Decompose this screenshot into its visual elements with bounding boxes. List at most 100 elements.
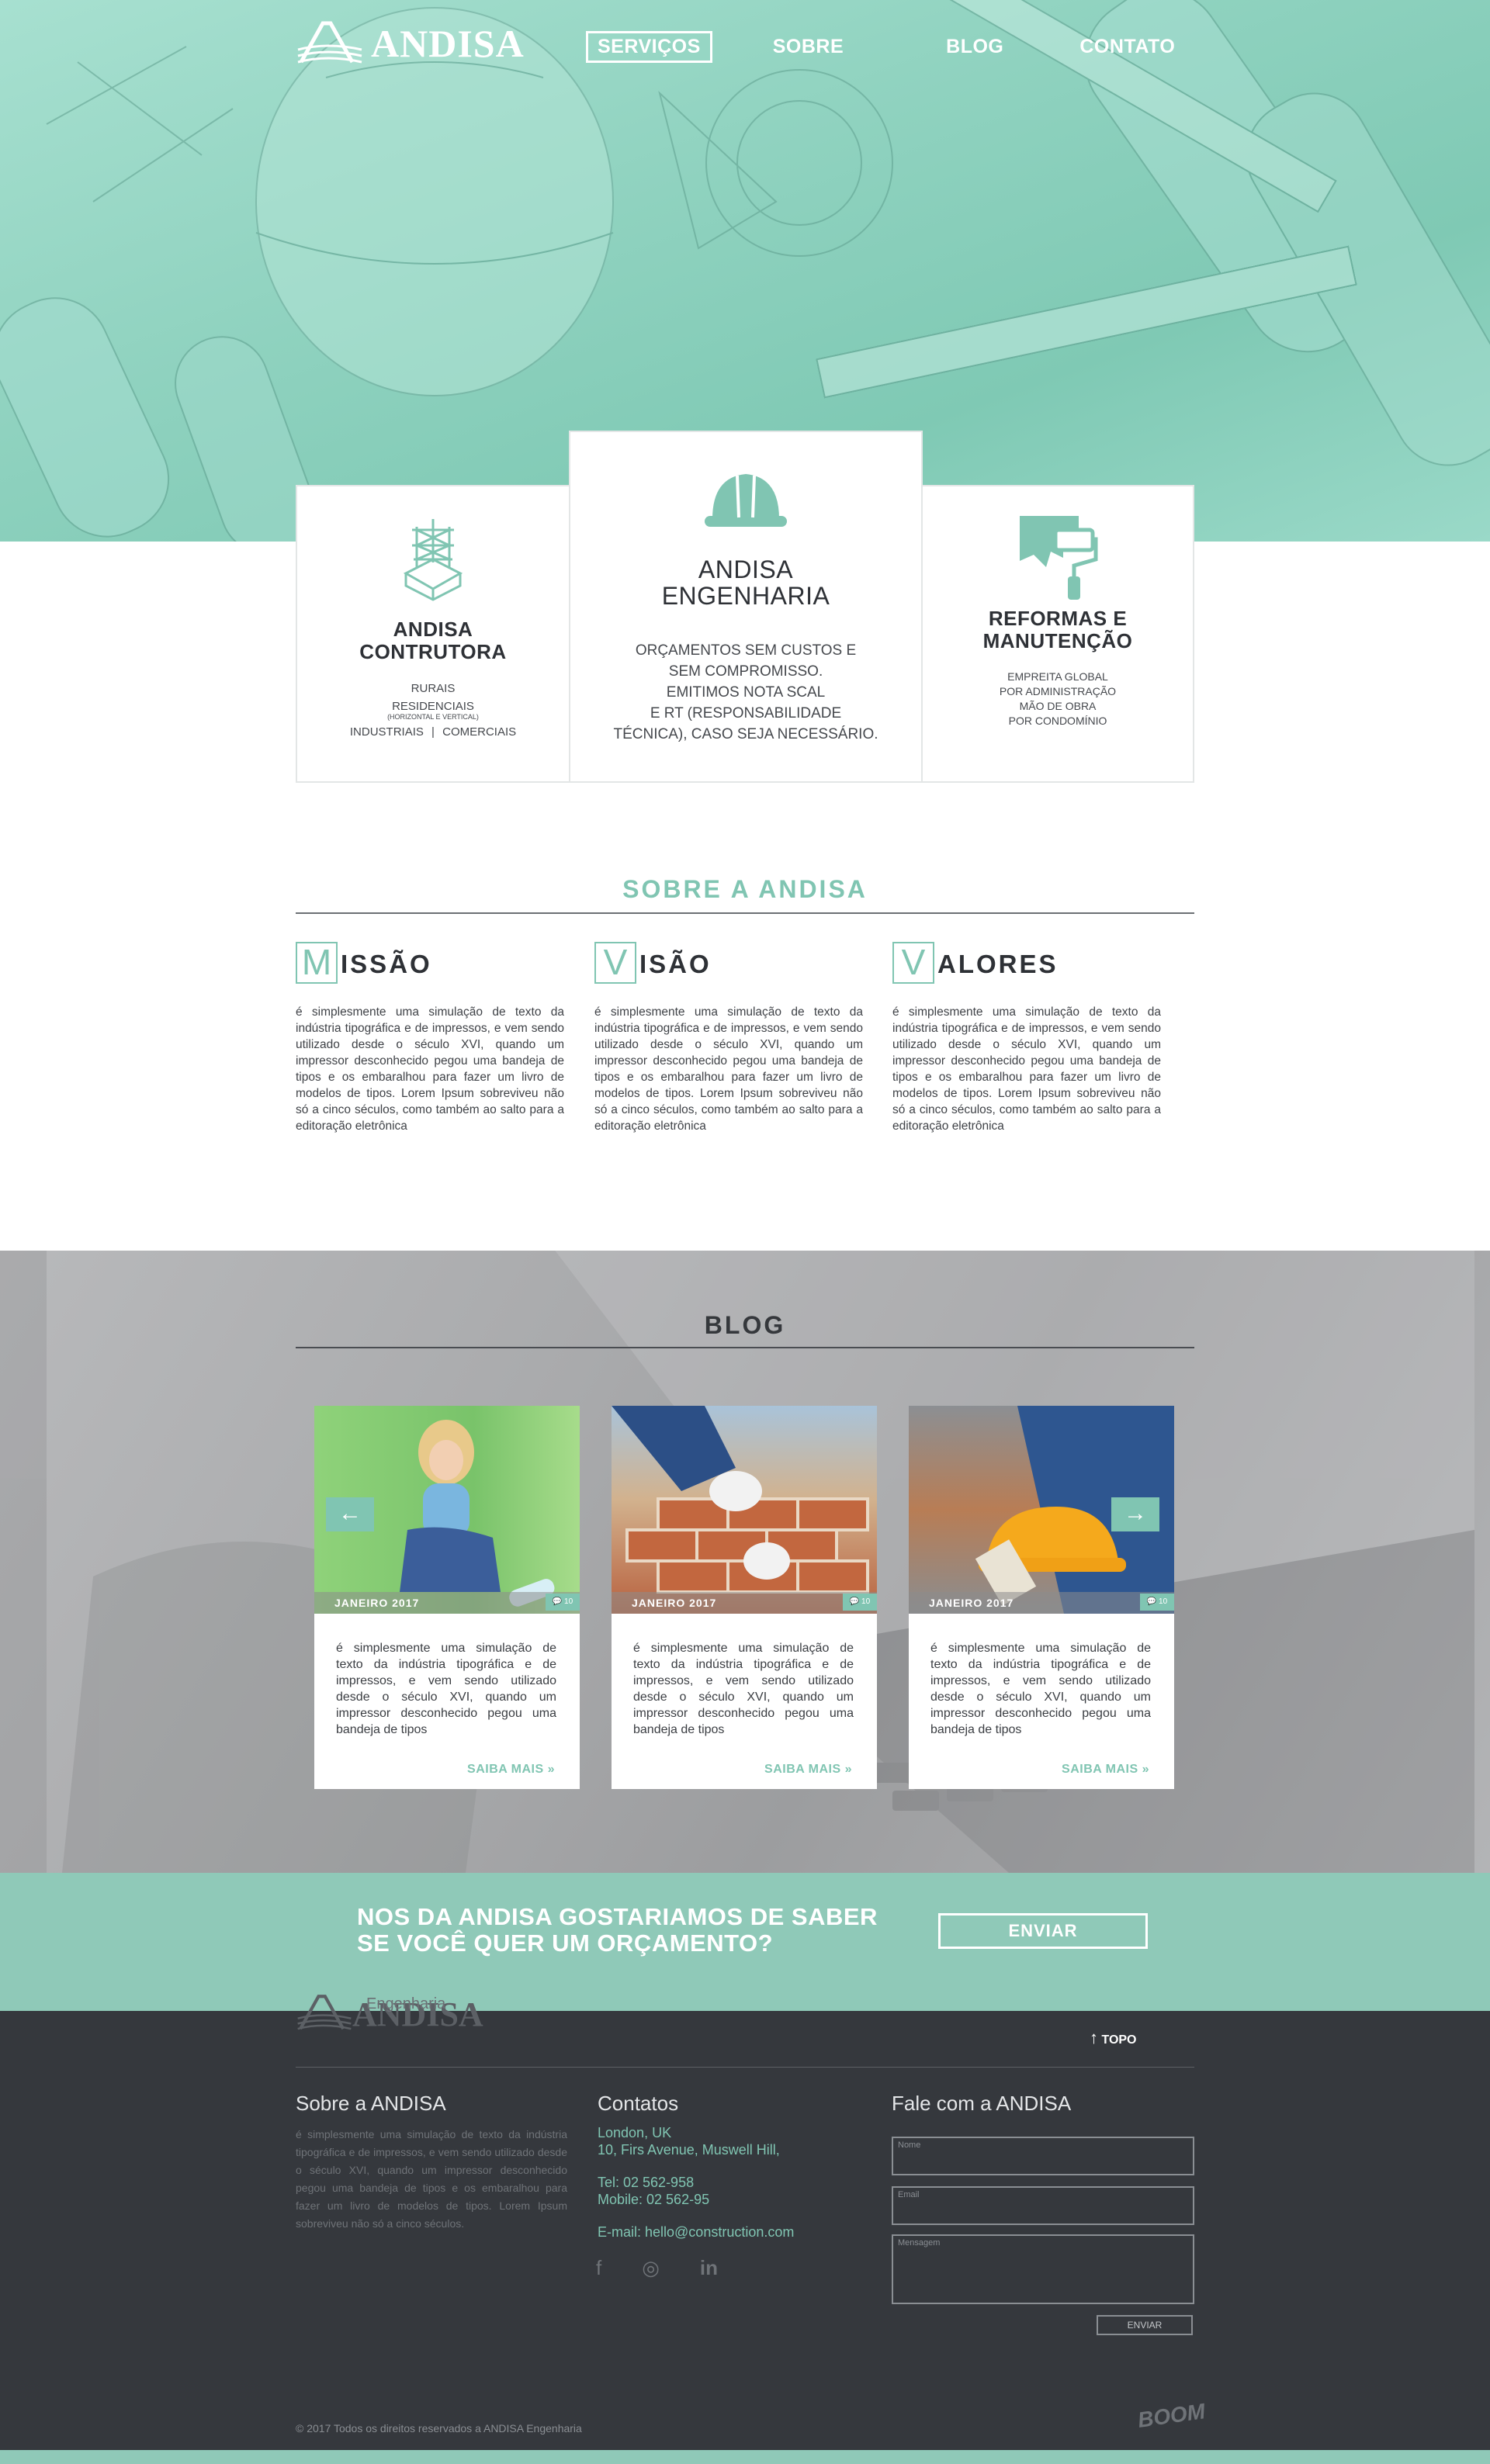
service-item-residenciais: RESIDENCIAIS: [392, 700, 474, 713]
footer-about-text: é simplesmente uma simulação de texto da…: [296, 2128, 567, 2230]
post-excerpt: é simplesmente uma simulação de texto da…: [930, 1642, 1151, 1736]
andisa-logo-icon: [297, 21, 362, 64]
carousel-prev-button[interactable]: ←: [326, 1497, 374, 1531]
service-item: POR CONDOMÍNIO: [1008, 715, 1107, 727]
blog-post-card[interactable]: JANEIRO 2017 💬 10 é simplesmente uma sim…: [909, 1406, 1174, 1789]
logo-text: ANDISA: [371, 22, 525, 65]
post-meta-bar: JANEIRO 2017 💬 10: [612, 1592, 877, 1614]
facebook-icon[interactable]: f: [596, 2256, 601, 2280]
name-field[interactable]: Nome: [892, 2137, 1194, 2175]
description-line: EMITIMOS NOTA SCAL: [666, 684, 826, 701]
nav-blog[interactable]: BLOG: [946, 36, 1003, 63]
service-card-engenharia: ANDISA ENGENHARIA ORÇAMENTOS SEM CUSTOS …: [569, 431, 923, 783]
blog-divider: [296, 1347, 1194, 1348]
cta-send-button[interactable]: ENVIAR: [938, 1913, 1148, 1949]
structure-icon: [403, 519, 463, 601]
card-title-line-1: ANDISA: [393, 618, 473, 641]
contact-address-1: London, UK: [598, 2125, 672, 2140]
post-excerpt: é simplesmente uma simulação de texto da…: [336, 1642, 556, 1736]
cta-text: NOS DA ANDISA GOSTARIAMOS DE SABER SE VO…: [357, 1904, 878, 1957]
read-more-link[interactable]: SAIBA MAIS »: [764, 1763, 852, 1777]
post-date: JANEIRO 2017: [929, 1597, 1014, 1609]
message-field[interactable]: Mensagem: [892, 2234, 1194, 2304]
footer-contacts-title: Contatos: [598, 2092, 679, 2115]
nav-contato[interactable]: CONTATO: [1079, 36, 1175, 63]
column-text: é simplesmente uma simulação de texto da…: [892, 1005, 1161, 1133]
comment-count: 💬 10: [1140, 1594, 1174, 1611]
service-item: MÃO DE OBRA: [1019, 700, 1097, 712]
read-more-link[interactable]: SAIBA MAIS »: [467, 1763, 555, 1777]
copyright-text: © 2017 Todos os direitos reservados a AN…: [296, 2422, 582, 2435]
service-item-industriais: INDUSTRIAIS: [349, 725, 424, 739]
post-meta-bar: JANEIRO 2017 💬 10: [909, 1592, 1174, 1614]
cta-line-1: NOS DA ANDISA GOSTARIAMOS DE SABER: [357, 1903, 878, 1930]
blog-post-card[interactable]: JANEIRO 2017 💬 10 é simplesmente uma sim…: [612, 1406, 877, 1789]
service-item-comerciais: COMERCIAIS: [442, 725, 517, 739]
about-column-valores: V ALORES é simplesmente uma simulação de…: [892, 942, 1161, 1134]
arrow-up-icon: ↑: [1090, 2028, 1098, 2047]
read-more-link[interactable]: SAIBA MAIS »: [1062, 1763, 1149, 1777]
service-separator: |: [431, 725, 435, 739]
service-list: EMPREITA GLOBAL POR ADMINISTRAÇÃO MÃO DE…: [923, 670, 1193, 728]
service-description: ORÇAMENTOS SEM CUSTOS E SEM COMPROMISSO.…: [570, 640, 921, 745]
nav-servicos[interactable]: SERVIÇOS: [586, 31, 712, 63]
nav-sobre[interactable]: SOBRE: [773, 36, 844, 63]
about-column-missao: M ISSÃO é simplesmente uma simulação de …: [296, 942, 564, 1134]
service-item-note: (HORIZONTAL E VERTICAL): [387, 713, 479, 721]
footer-form-title: Fale com a ANDISA: [892, 2092, 1072, 2115]
back-to-top-link[interactable]: ↑ TOPO: [1090, 2028, 1137, 2048]
comment-count: 💬 10: [546, 1594, 580, 1611]
arrow-right-icon: →: [1124, 1500, 1147, 1526]
service-card-reformas: REFORMAS E MANUTENÇÃO EMPREITA GLOBAL PO…: [921, 485, 1194, 783]
blog-title: BLOG: [704, 1311, 786, 1339]
card-title-line-1: ANDISA: [698, 555, 794, 583]
heading-rest: ALORES: [937, 950, 1059, 978]
email-field[interactable]: Email: [892, 2186, 1194, 2225]
about-column-visao: V ISÃO é simplesmente uma simulação de t…: [594, 942, 863, 1134]
social-links: f ◎ in: [596, 2256, 718, 2280]
instagram-icon[interactable]: ◎: [642, 2256, 660, 2280]
contact-email[interactable]: E-mail: hello@construction.com: [598, 2223, 794, 2241]
post-meta-bar: JANEIRO 2017 💬 10: [314, 1592, 580, 1614]
helmet-icon: [705, 474, 787, 527]
post-date: JANEIRO 2017: [334, 1597, 420, 1609]
quote-cta-banner: NOS DA ANDISA GOSTARIAMOS DE SABER SE VO…: [0, 1873, 1490, 2011]
contact-mobile: Mobile: 02 562-95: [598, 2192, 710, 2207]
cta-line-2: SE VOCÊ QUER UM ORÇAMENTO?: [357, 1929, 774, 1957]
column-text: é simplesmente uma simulação de texto da…: [594, 1005, 863, 1133]
card-title-line-2: MANUTENÇÃO: [982, 629, 1133, 652]
column-heading: V ALORES: [892, 942, 1161, 984]
heading-initial: M: [296, 942, 338, 984]
contact-tel: Tel: 02 562-958: [598, 2175, 695, 2190]
description-line: SEM COMPROMISSO.: [668, 663, 823, 680]
linkedin-icon[interactable]: in: [700, 2256, 718, 2280]
service-list: RURAIS RESIDENCIAIS (HORIZONTAL E VERTIC…: [297, 680, 569, 741]
form-send-button[interactable]: ENVIAR: [1097, 2315, 1193, 2335]
about-divider: [296, 912, 1194, 914]
heading-initial: V: [892, 942, 934, 984]
site-logo[interactable]: ANDISA: [296, 19, 525, 68]
footer-bottom-bar: [0, 2450, 1490, 2464]
about-title: SOBRE A ANDISA: [622, 875, 868, 903]
service-item: EMPREITA GLOBAL: [1007, 670, 1108, 683]
column-heading: V ISÃO: [594, 942, 863, 984]
main-nav: SERVIÇOS SOBRE BLOG CONTATO: [586, 31, 1175, 63]
name-field-label: Nome: [898, 2140, 921, 2150]
post-image-bricklayer: [612, 1406, 869, 1594]
footer-contacts: London, UK 10, Firs Avenue, Muswell Hill…: [598, 2124, 794, 2241]
service-card-construtora: ANDISA CONTRUTORA RURAIS RESIDENCIAIS (H…: [296, 485, 570, 783]
andisa-logo-icon: [297, 1995, 352, 2030]
comment-count: 💬 10: [843, 1594, 877, 1611]
carousel-next-button[interactable]: →: [1111, 1497, 1159, 1531]
column-text: é simplesmente uma simulação de texto da…: [296, 1005, 564, 1133]
blog-post-card[interactable]: JANEIRO 2017 💬 10 é simplesmente uma sim…: [314, 1406, 580, 1789]
description-line: ORÇAMENTOS SEM CUSTOS E: [635, 642, 857, 659]
email-field-label: Email: [898, 2190, 920, 2199]
heading-rest: ISSÃO: [341, 950, 432, 978]
footer-logo-subtitle: Engenharia: [366, 1995, 446, 2012]
footer-logo[interactable]: Engenharia ANDISA: [296, 1992, 483, 2034]
contact-address-2: 10, Firs Avenue, Muswell Hill,: [598, 2142, 780, 2158]
post-excerpt: é simplesmente uma simulação de texto da…: [633, 1642, 854, 1736]
description-line: E RT (RESPONSABILIDADE: [650, 705, 842, 722]
card-title-line-2: CONTRUTORA: [359, 640, 507, 663]
